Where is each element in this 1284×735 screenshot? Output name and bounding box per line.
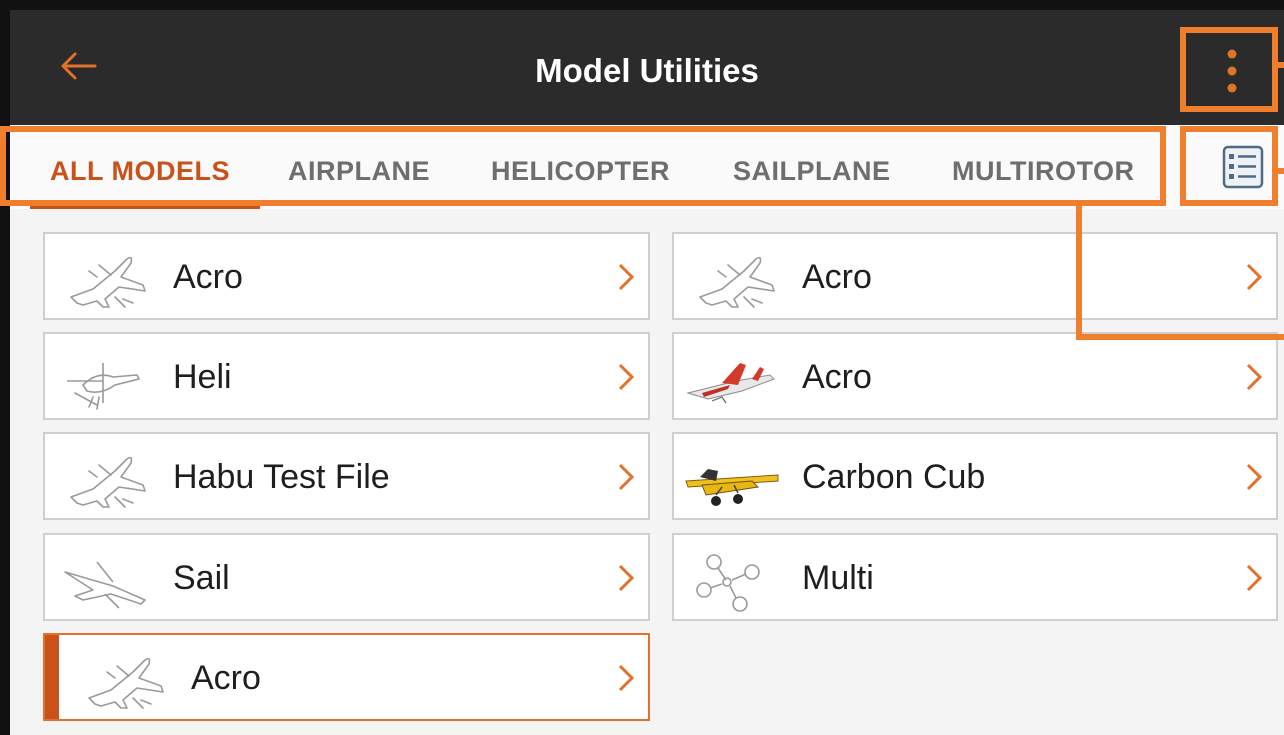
model-card[interactable]: Acro: [672, 332, 1278, 420]
model-name: Acro: [802, 258, 872, 296]
model-card[interactable]: Heli: [43, 332, 650, 420]
app-bar: Model Utilities: [10, 10, 1284, 125]
chevron-right-icon: [1246, 363, 1263, 391]
model-name: Acro: [191, 659, 261, 697]
model-card[interactable]: Multi: [672, 533, 1278, 621]
airplane-outline-icon: [53, 441, 153, 513]
model-card[interactable]: Acro: [672, 232, 1278, 320]
chevron-right-icon: [618, 564, 635, 592]
model-name: Heli: [173, 358, 232, 396]
page-title: Model Utilities: [535, 52, 759, 89]
chevron-right-icon: [1246, 564, 1263, 592]
model-list: Acro Acro Heli Acro Habu Test File Carbo…: [10, 209, 1284, 735]
jet-photo-thumbnail: [682, 341, 782, 413]
tab-all-models[interactable]: ALL MODELS: [50, 125, 230, 209]
model-name: Acro: [173, 258, 243, 296]
selected-indicator: [45, 635, 59, 719]
cub-photo-thumbnail: [682, 441, 782, 513]
overflow-menu-button[interactable]: [1202, 38, 1262, 108]
multirotor-outline-icon: [682, 542, 782, 614]
tab-sailplane[interactable]: SAILPLANE: [733, 125, 891, 209]
model-name: Acro: [802, 358, 872, 396]
model-type-tabs: ALL MODELS AIRPLANE HELICOPTER SAILPLANE…: [10, 125, 1284, 209]
model-name: Carbon Cub: [802, 458, 986, 496]
airplane-outline-icon: [53, 241, 153, 313]
chevron-right-icon: [1246, 463, 1263, 491]
airplane-outline-icon: [682, 241, 782, 313]
chevron-right-icon: [618, 263, 635, 291]
airplane-outline-icon: [71, 642, 171, 714]
helicopter-outline-icon: [53, 341, 153, 413]
more-vertical-icon: [1225, 47, 1239, 100]
sailplane-outline-icon: [53, 542, 153, 614]
model-card[interactable]: Habu Test File: [43, 432, 650, 520]
tab-helicopter[interactable]: HELICOPTER: [491, 125, 670, 209]
model-card[interactable]: Sail: [43, 533, 650, 621]
model-name: Sail: [173, 559, 230, 597]
tab-multirotor[interactable]: MULTIROTOR: [952, 125, 1134, 209]
tab-airplane[interactable]: AIRPLANE: [288, 125, 430, 209]
chevron-right-icon: [1246, 263, 1263, 291]
model-card[interactable]: Carbon Cub: [672, 432, 1278, 520]
list-view-icon: [1218, 145, 1268, 197]
chevron-right-icon: [618, 363, 635, 391]
model-name: Habu Test File: [173, 458, 390, 496]
model-card[interactable]: Acro: [43, 232, 650, 320]
chevron-right-icon: [618, 664, 635, 692]
model-name: Multi: [802, 559, 874, 597]
view-toggle-button[interactable]: [1218, 141, 1268, 193]
model-card-selected[interactable]: Acro: [43, 633, 650, 721]
chevron-right-icon: [618, 463, 635, 491]
